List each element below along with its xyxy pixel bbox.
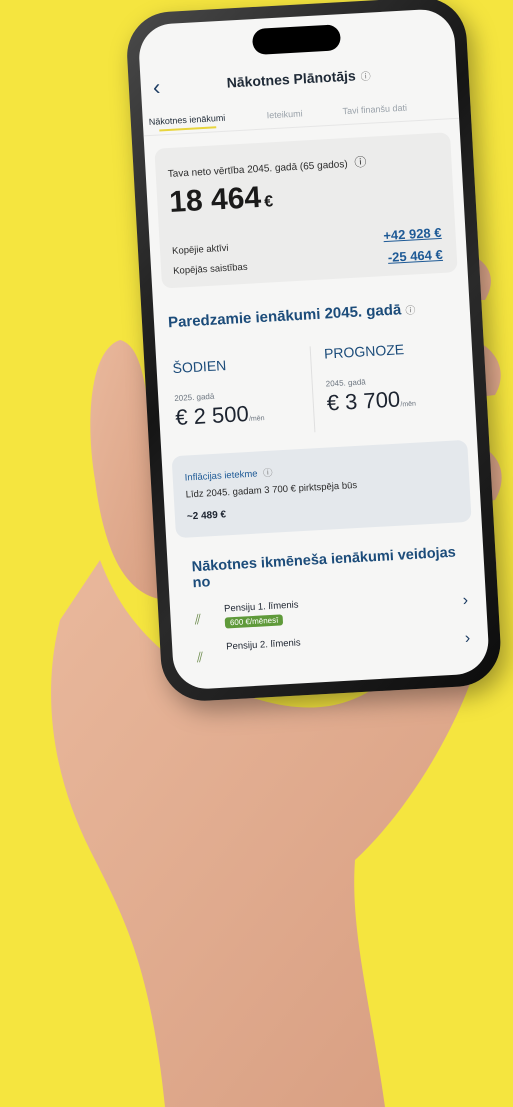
tab-financial-data[interactable]: Tavi finanšu dati	[342, 103, 407, 117]
assets-label: Kopējie aktīvi	[171, 242, 229, 257]
net-worth-card: Tava neto vērtība 2045. gadā (65 gados) …	[154, 132, 458, 289]
column-divider	[309, 346, 316, 433]
income-today-value: € 2 500	[174, 400, 250, 430]
income-forecast-amount: € 3 700/mēn	[326, 386, 416, 417]
income-today: ŠODIEN 2025. gadā € 2 500/mēn	[172, 355, 265, 431]
phone-screen: ‹ Nākotnes Plānotājs ⓘ Nākotnes ienākumi …	[137, 7, 491, 691]
liabilities-label: Kopējās saistības	[172, 261, 248, 277]
page-title: Nākotnes Plānotājs ⓘ	[140, 62, 456, 96]
income-today-amount: € 2 500/mēn	[175, 400, 265, 431]
page-title-text: Nākotnes Plānotājs	[226, 67, 357, 91]
tab-recommendations[interactable]: Ieteikumi	[266, 108, 303, 120]
inflation-value: ~2 489 €	[186, 509, 227, 523]
net-worth-label-text: Tava neto vērtība 2045. gadā (65 gados)	[167, 159, 348, 181]
phone: ‹ Nākotnes Plānotājs ⓘ Nākotnes ienākumi …	[124, 0, 503, 704]
income-forecast-value: € 3 700	[326, 386, 401, 416]
net-worth-value: 18 464 €	[168, 180, 273, 220]
inflation-title: Inflācijas ietekme ⓘ	[184, 465, 273, 484]
income-today-unit: /mēn	[248, 415, 265, 423]
pension-1-label: Pensiju 1. līmenis	[223, 599, 299, 615]
expected-income-title: Paredzamie ienākumi 2045. gadā ⓘ	[168, 300, 416, 331]
assets-value-link[interactable]: +42 928 €	[383, 225, 442, 243]
info-icon[interactable]: ⓘ	[354, 155, 367, 170]
info-icon[interactable]: ⓘ	[405, 305, 416, 317]
chart-icon: ⫽	[194, 610, 202, 628]
pension-2-label: Pensiju 2. līmenis	[225, 637, 301, 653]
tab-future-income[interactable]: Nākotnes ienākumi	[149, 113, 226, 127]
pension-1-badge: 600 €/mēnesī	[224, 614, 284, 629]
inflation-card: Inflācijas ietekme ⓘ Līdz 2045. gadam 3 …	[171, 439, 472, 539]
info-icon[interactable]: ⓘ	[360, 72, 371, 84]
dynamic-island	[251, 24, 342, 56]
inflation-title-text: Inflācijas ietekme	[184, 468, 258, 484]
net-worth-amount: 18 464	[168, 180, 262, 219]
income-today-head: ŠODIEN	[172, 357, 227, 377]
income-sources-title: Nākotnes ikmēneša ienākumi veidojas no	[191, 544, 457, 592]
income-forecast: PROGNOZE 2045. gadā € 3 700/mēn	[324, 341, 417, 417]
expected-income-title-text: Paredzamie ienākumi 2045. gadā	[167, 301, 402, 332]
liabilities-value-link[interactable]: -25 464 €	[387, 247, 443, 265]
info-icon[interactable]: ⓘ	[263, 468, 273, 480]
chevron-right-icon[interactable]: ›	[464, 630, 470, 648]
income-forecast-head: PROGNOZE	[323, 341, 405, 362]
net-worth-label: Tava neto vērtība 2045. gadā (65 gados) …	[167, 153, 367, 181]
net-worth-currency: €	[263, 193, 274, 211]
income-forecast-unit: /mēn	[400, 400, 417, 409]
chevron-right-icon[interactable]: ›	[462, 592, 468, 610]
chart-icon: ⫽	[196, 648, 204, 666]
